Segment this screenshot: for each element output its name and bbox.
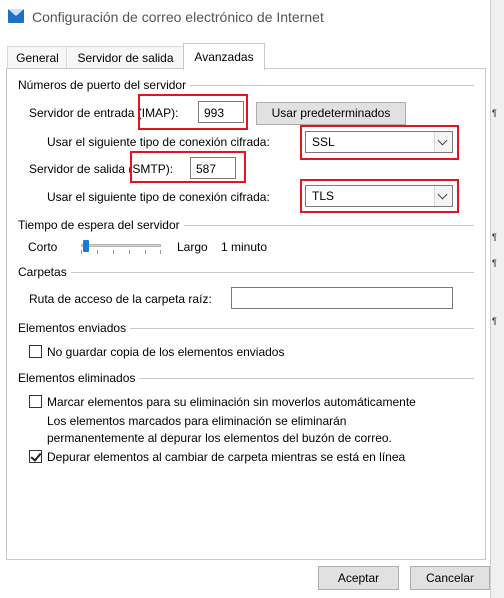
chevron-down-icon: [437, 189, 448, 200]
incoming-encryption-value: SSL: [312, 135, 335, 149]
slider-tick: [160, 250, 161, 254]
group-server-ports: Números de puerto del servidor: [18, 78, 191, 92]
root-folder-label: Ruta de acceso de la carpeta raíz:: [29, 292, 212, 306]
group-folders: Carpetas: [18, 265, 71, 279]
no-sent-copy-checkbox[interactable]: [29, 345, 42, 358]
background-fragment: ¶: [492, 232, 497, 242]
slider-tick: [97, 250, 98, 254]
background-fragment: ¶: [492, 108, 497, 118]
background-window-strip: [490, 0, 504, 598]
incoming-encryption-select[interactable]: SSL: [305, 131, 453, 153]
timeout-value: 1 minuto: [221, 240, 268, 254]
outgoing-port-input[interactable]: 587: [190, 157, 236, 179]
outgoing-encryption-value: TLS: [312, 189, 335, 203]
no-sent-copy-label[interactable]: No guardar copia de los elementos enviad…: [47, 345, 284, 359]
outgoing-encryption-label: Usar el siguiente tipo de conexión cifra…: [47, 190, 270, 204]
window-title: Configuración de correo electrónico de I…: [32, 9, 324, 25]
incoming-server-label: Servidor de entrada (IMAP):: [29, 106, 179, 120]
deletion-note-line2: permanentemente al depurar los elementos…: [47, 431, 392, 445]
purge-items-label[interactable]: Depurar elementos al cambiar de carpeta …: [47, 450, 405, 464]
group-server-timeout: Tiempo de espera del servidor: [18, 218, 184, 232]
ok-button[interactable]: Aceptar: [318, 566, 399, 590]
background-fragment: ¶: [492, 258, 497, 268]
tab-general[interactable]: General: [7, 46, 68, 69]
tab-advanced[interactable]: Avanzadas: [183, 43, 265, 70]
group-deleted-items: Elementos eliminados: [18, 371, 140, 385]
timeout-slider-thumb[interactable]: [82, 240, 89, 252]
outgoing-server-label: Servidor de salida (SMTP):: [29, 162, 174, 176]
slider-tick: [145, 250, 146, 254]
group-divider: [18, 272, 474, 273]
dropdown-button[interactable]: [434, 132, 452, 152]
slider-tick: [129, 250, 130, 254]
slider-tick: [113, 250, 114, 254]
chevron-down-icon: [437, 135, 448, 146]
timeout-long-label: Largo: [177, 240, 208, 254]
incoming-port-input[interactable]: 993: [198, 101, 244, 123]
timeout-slider-track[interactable]: [81, 244, 161, 247]
mail-icon: [8, 9, 24, 23]
purge-items-checkbox[interactable]: [29, 450, 42, 463]
group-sent-items: Elementos enviados: [18, 321, 131, 335]
deletion-note-line1: Los elementos marcados para eliminación …: [47, 414, 347, 428]
background-fragment: ¶: [492, 316, 497, 326]
mark-for-deletion-checkbox[interactable]: [29, 395, 42, 408]
timeout-short-label: Corto: [28, 240, 58, 254]
mark-for-deletion-label[interactable]: Marcar elementos para su eliminación sin…: [47, 395, 416, 409]
root-folder-input[interactable]: [231, 287, 453, 309]
use-defaults-button[interactable]: Usar predeterminados: [256, 102, 406, 125]
checkmark-icon: [30, 450, 42, 462]
cancel-button[interactable]: Cancelar: [410, 566, 490, 590]
incoming-encryption-label: Usar el siguiente tipo de conexión cifra…: [47, 135, 270, 149]
outgoing-encryption-select[interactable]: TLS: [305, 185, 453, 207]
dropdown-button[interactable]: [434, 186, 452, 206]
slider-tick: [81, 250, 82, 254]
tab-outgoing-server[interactable]: Servidor de salida: [66, 46, 185, 69]
